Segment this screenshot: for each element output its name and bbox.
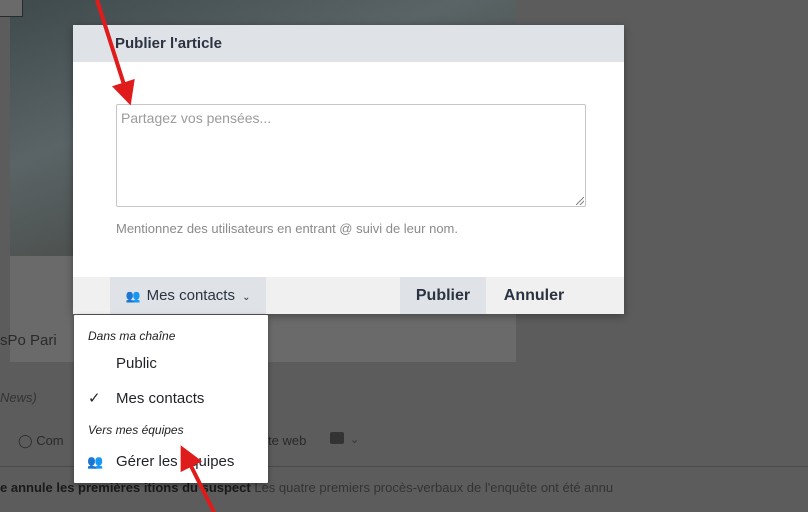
- arrow-to-textarea: [95, 0, 135, 106]
- annotation-arrows: [95, 0, 216, 512]
- arrow-to-manage-teams: [180, 445, 216, 512]
